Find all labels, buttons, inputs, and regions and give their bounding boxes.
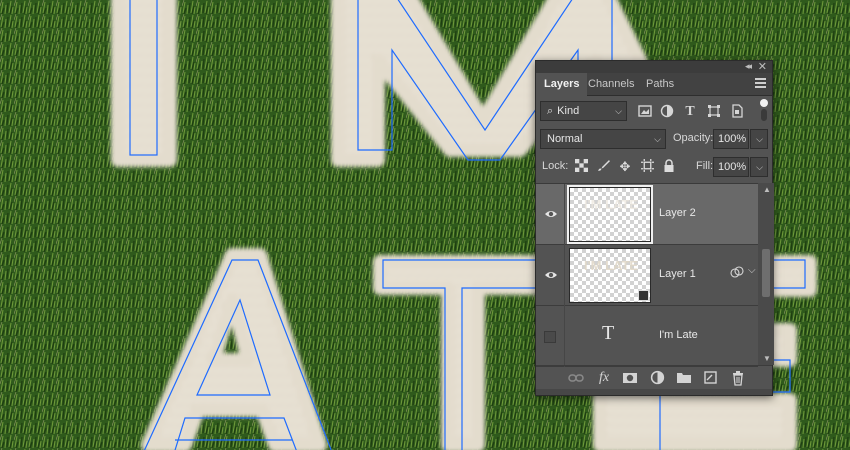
adjustment-filter-icon[interactable]: [659, 104, 675, 120]
smart-object-badge-icon: [638, 290, 649, 301]
lock-row: Lock: ✥ Fill: 100% ⌵: [536, 157, 772, 179]
filter-kind-label: Kind: [557, 105, 580, 117]
blend-mode-value: Normal: [547, 133, 583, 145]
thumbnail-text: I'M LATE: [583, 197, 639, 212]
lock-transparency-icon[interactable]: [573, 159, 589, 175]
pixel-filter-icon[interactable]: [637, 104, 653, 120]
group-folder-icon[interactable]: [676, 370, 692, 386]
fx-icon[interactable]: fx: [596, 370, 612, 386]
layer-effects-icon[interactable]: [730, 265, 744, 279]
lock-label: Lock:: [542, 160, 569, 172]
layers-panel: ◂◂ ✕ Layers Channels Paths ⌕ Kind ⌵ T Nor…: [535, 60, 774, 396]
adjustment-icon[interactable]: [649, 370, 665, 386]
lock-all-icon[interactable]: [661, 159, 677, 175]
layer-row-layer-1[interactable]: I'M LATE Layer 1 ⌵: [536, 245, 758, 306]
layer-thumbnail[interactable]: I'M LATE: [567, 185, 653, 244]
shape-filter-icon[interactable]: [706, 104, 722, 120]
tab-paths[interactable]: Paths: [638, 73, 682, 96]
panel-bottom-toolbar: fx: [536, 365, 772, 389]
opacity-label: Opacity:: [673, 132, 714, 144]
type-layer-icon[interactable]: T: [602, 322, 614, 345]
layer-list-scrollbar[interactable]: ▲ ▼: [758, 183, 774, 365]
tab-channels[interactable]: Channels: [580, 73, 642, 96]
close-icon[interactable]: ✕: [758, 60, 767, 73]
layer-name[interactable]: Layer 2: [659, 207, 696, 219]
panel-tab-bar: Layers Channels Paths: [536, 73, 772, 96]
visibility-eye-icon[interactable]: [544, 207, 558, 221]
lock-artboard-icon[interactable]: [639, 159, 655, 175]
blend-row: Normal ⌵ Opacity: 100% ⌵: [536, 129, 772, 151]
layer-row-im-late[interactable]: T I'm Late: [536, 306, 758, 367]
layer-name[interactable]: I'm Late: [659, 329, 698, 341]
link-icon[interactable]: [568, 370, 584, 386]
new-layer-icon[interactable]: [703, 370, 719, 386]
fill-dropdown-button[interactable]: ⌵: [750, 157, 768, 177]
column-divider: [564, 184, 565, 245]
panel-menu-icon[interactable]: [755, 78, 766, 89]
collapse-panel-icon[interactable]: ◂◂: [745, 61, 752, 72]
chevron-down-icon[interactable]: ⌵: [748, 265, 756, 276]
thumbnail-text: I'M LATE: [583, 258, 639, 273]
filter-toggle-switch[interactable]: [760, 99, 768, 123]
visibility-eye-icon[interactable]: [544, 268, 558, 282]
fill-label: Fill:: [696, 160, 714, 172]
layer-list[interactable]: I'M LATE Layer 2 I'M LATE Layer 1 ⌵ T I'…: [536, 183, 758, 367]
column-divider: [564, 306, 565, 367]
column-divider: [564, 245, 565, 306]
lock-position-icon[interactable]: ✥: [617, 159, 633, 175]
chevron-down-icon: ⌵: [756, 134, 763, 144]
panel-resize-edge[interactable]: [536, 389, 772, 395]
filter-kind-select[interactable]: ⌕ Kind ⌵: [540, 101, 627, 121]
scrollbar-thumb[interactable]: [762, 249, 770, 297]
blend-mode-select[interactable]: Normal ⌵: [540, 129, 666, 149]
layer-thumbnail[interactable]: I'M LATE: [569, 248, 651, 303]
smart-object-filter-icon[interactable]: [729, 104, 745, 120]
chevron-down-icon: ⌵: [654, 134, 661, 144]
fill-input[interactable]: 100%: [713, 157, 749, 177]
type-filter-icon[interactable]: T: [682, 104, 698, 120]
panel-title-bar[interactable]: ◂◂ ✕: [536, 61, 772, 73]
layer-filter-row: ⌕ Kind ⌵ T: [536, 99, 772, 123]
opacity-input[interactable]: 100%: [713, 129, 749, 149]
search-icon: ⌕: [547, 105, 554, 117]
layer-name[interactable]: Layer 1: [659, 268, 696, 280]
opacity-dropdown-button[interactable]: ⌵: [750, 129, 768, 149]
layer-row-layer-2[interactable]: I'M LATE Layer 2: [536, 184, 758, 245]
lock-image-pixels-icon[interactable]: [595, 159, 611, 175]
visibility-toggle-off[interactable]: [544, 331, 556, 343]
chevron-down-icon: ⌵: [756, 162, 763, 172]
scroll-down-icon[interactable]: ▼: [763, 354, 771, 363]
scroll-up-icon[interactable]: ▲: [763, 185, 771, 194]
chevron-down-icon: ⌵: [615, 106, 622, 116]
mask-icon[interactable]: [622, 370, 638, 386]
trash-icon[interactable]: [730, 370, 746, 386]
